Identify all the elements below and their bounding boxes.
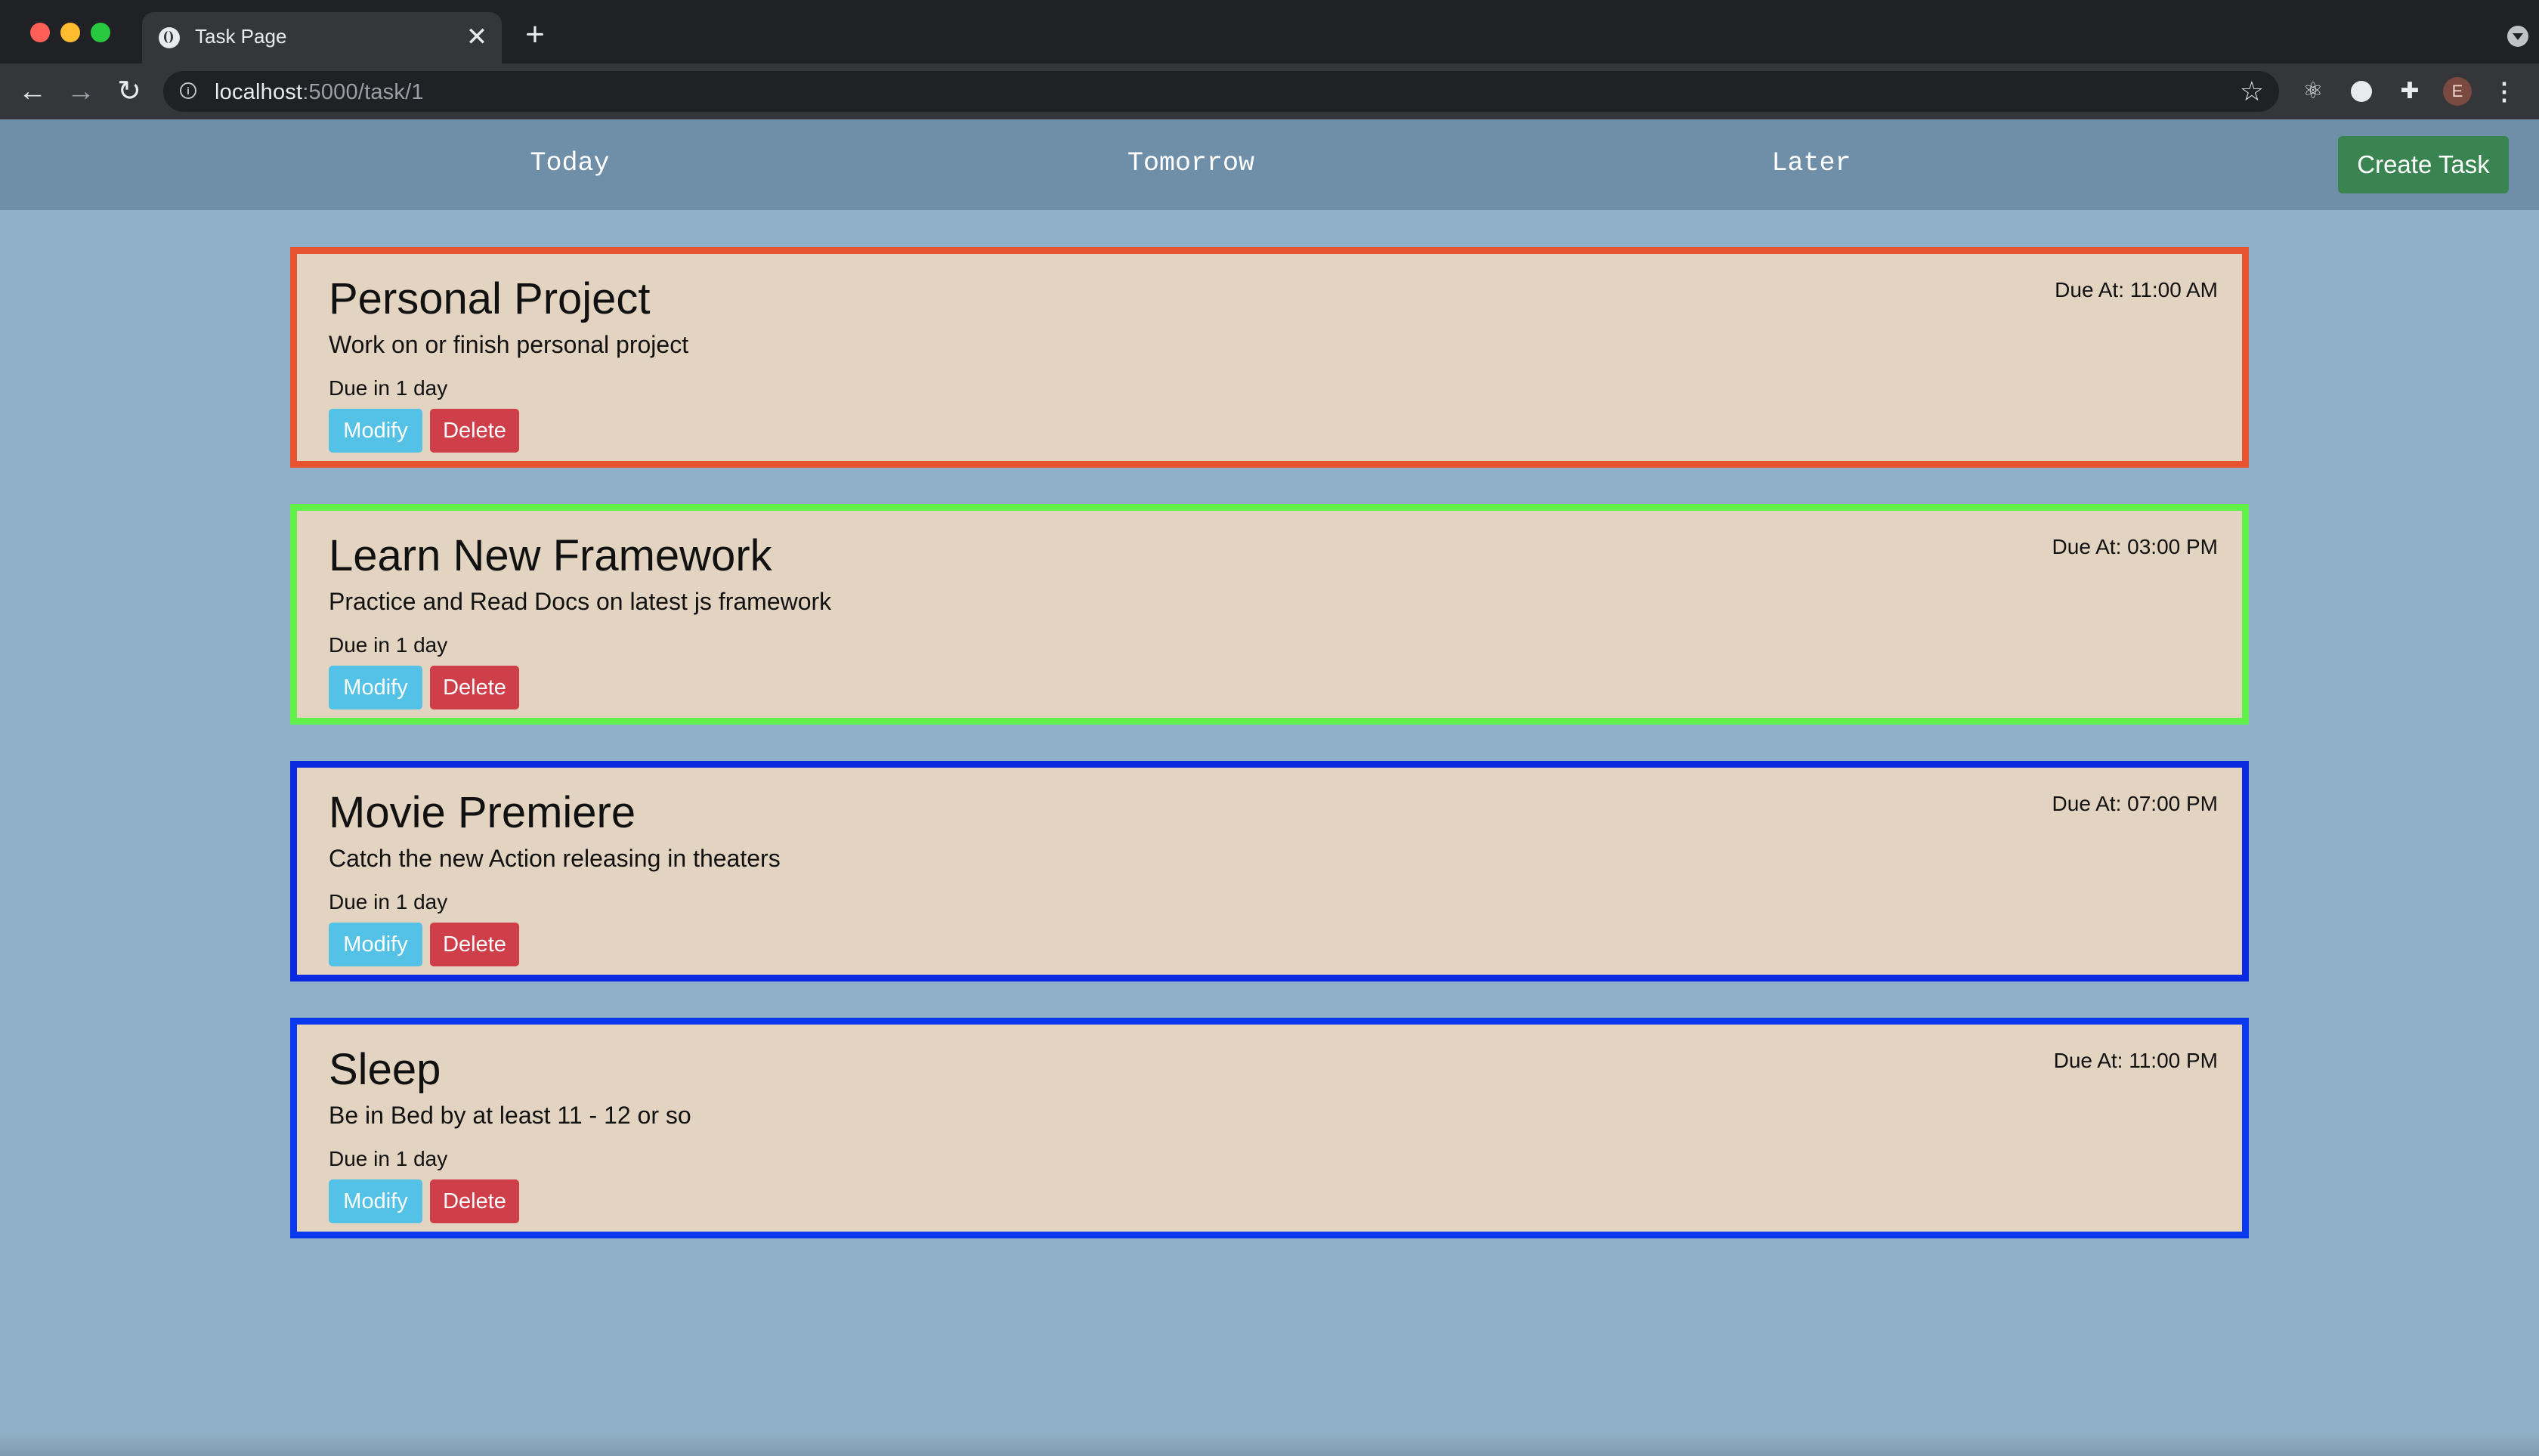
task-title: Learn New Framework: [329, 531, 772, 580]
task-card: Learn New Framework Due At: 03:00 PM Pra…: [290, 504, 2249, 725]
modify-button[interactable]: Modify: [329, 409, 422, 453]
task-due-at: Due At: 07:00 PM: [2052, 792, 2218, 815]
kebab-menu-icon[interactable]: ⋮: [2492, 79, 2516, 104]
task-description: Catch the new Action releasing in theate…: [329, 845, 781, 872]
task-card: Movie Premiere Due At: 07:00 PM Catch th…: [290, 761, 2249, 981]
task-description: Be in Bed by at least 11 - 12 or so: [329, 1102, 691, 1129]
back-arrow-icon[interactable]: ←: [14, 73, 51, 110]
tab-title: Task Page: [195, 25, 287, 48]
task-due-at: Due At: 03:00 PM: [2052, 535, 2218, 558]
nav-link-later[interactable]: Later: [1771, 148, 1851, 178]
browser-toolbar: ← → ↻ i localhost:5000/task/1 ☆ ⚛ ✚ E ⋮: [0, 63, 2539, 119]
info-icon[interactable]: i: [180, 82, 196, 99]
task-title: Personal Project: [329, 274, 651, 323]
app-navbar: Today Tomorrow Later Create Task: [0, 119, 2539, 210]
task-description: Work on or finish personal project: [329, 331, 689, 358]
create-task-button[interactable]: Create Task: [2338, 136, 2509, 193]
tab-close-icon[interactable]: ✕: [462, 23, 491, 51]
task-due-in: Due in 1 day: [329, 1147, 448, 1170]
profile-avatar[interactable]: E: [2443, 77, 2472, 106]
task-due-in: Due in 1 day: [329, 890, 448, 913]
task-due-at: Due At: 11:00 AM: [2055, 278, 2218, 301]
globe-icon: [159, 27, 180, 48]
reload-icon[interactable]: ↻: [110, 73, 148, 110]
task-list: Personal Project Due At: 11:00 AM Work o…: [290, 247, 2249, 1275]
delete-button[interactable]: Delete: [430, 666, 519, 709]
window-minimize-button[interactable]: [60, 23, 80, 42]
tab-search-icon[interactable]: [2507, 26, 2528, 47]
task-card: Personal Project Due At: 11:00 AM Work o…: [290, 247, 2249, 468]
nav-link-tomorrow[interactable]: Tomorrow: [1127, 148, 1254, 178]
modify-button[interactable]: Modify: [329, 666, 422, 709]
puzzle-extension-icon[interactable]: ✚: [2397, 79, 2423, 104]
modify-button[interactable]: Modify: [329, 1179, 422, 1223]
window-maximize-button[interactable]: [91, 23, 110, 42]
address-bar[interactable]: i localhost:5000/task/1 ☆: [163, 71, 2279, 112]
nav-link-today[interactable]: Today: [530, 148, 609, 178]
window-bottom-shadow: [0, 1433, 2539, 1456]
delete-button[interactable]: Delete: [430, 409, 519, 453]
window-close-button[interactable]: [30, 23, 50, 42]
task-description: Practice and Read Docs on latest js fram…: [329, 588, 832, 615]
task-title: Movie Premiere: [329, 788, 636, 837]
circle-extension-icon[interactable]: [2349, 79, 2374, 104]
delete-button[interactable]: Delete: [430, 923, 519, 966]
task-due-in: Due in 1 day: [329, 633, 448, 657]
browser-tab[interactable]: Task Page ✕: [142, 12, 502, 63]
star-icon[interactable]: ☆: [2240, 76, 2264, 107]
url-text: localhost:5000/task/1: [215, 80, 424, 104]
browser-tab-bar: Task Page ✕ +: [0, 0, 2539, 63]
new-tab-button[interactable]: +: [520, 18, 550, 51]
modify-button[interactable]: Modify: [329, 923, 422, 966]
task-card: Sleep Due At: 11:00 PM Be in Bed by at l…: [290, 1018, 2249, 1238]
delete-button[interactable]: Delete: [430, 1179, 519, 1223]
forward-arrow-icon[interactable]: →: [62, 73, 100, 110]
react-extension-icon[interactable]: ⚛: [2300, 79, 2326, 104]
task-due-at: Due At: 11:00 PM: [2053, 1049, 2218, 1072]
task-due-in: Due in 1 day: [329, 376, 448, 400]
task-title: Sleep: [329, 1045, 441, 1094]
